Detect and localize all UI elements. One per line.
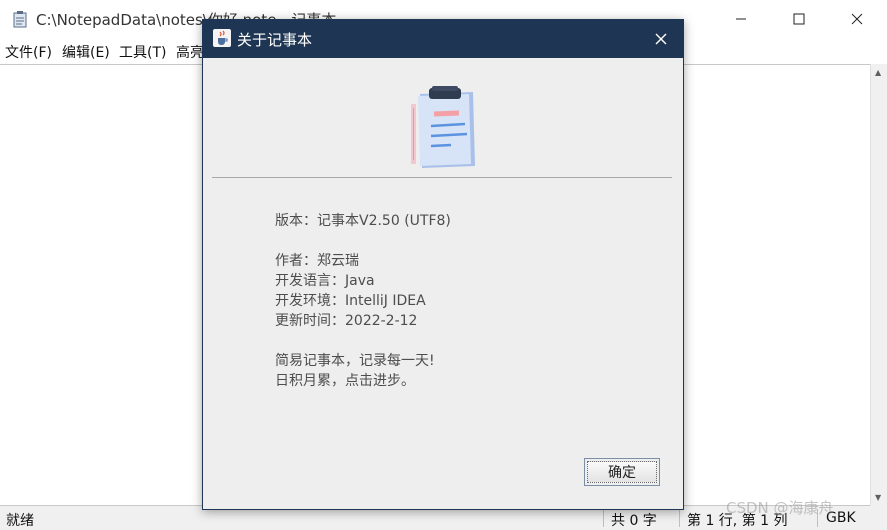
maximize-button[interactable] (770, 0, 828, 38)
scroll-down-icon[interactable]: ▼ (875, 493, 881, 502)
vertical-scrollbar[interactable]: ▲ ▼ (870, 64, 887, 506)
java-cup-icon (213, 29, 231, 47)
author-text: 作者：郑云瑞 (275, 253, 359, 269)
menu-file[interactable]: 文件(F) (5, 42, 52, 62)
minimize-button[interactable] (712, 0, 770, 38)
status-divider (603, 509, 604, 527)
version-text: 版本：记事本V2.50 (UTF8) (275, 213, 451, 229)
dialog-titlebar[interactable]: 关于记事本 (203, 20, 683, 58)
menu-tools[interactable]: 工具(T) (119, 42, 166, 62)
close-icon (851, 13, 863, 25)
dialog-divider (212, 177, 672, 178)
clipboard-notes-icon (411, 86, 475, 168)
watermark: CSDN @海康舟 (726, 499, 834, 517)
close-icon (655, 33, 667, 45)
scroll-up-icon[interactable]: ▲ (875, 68, 881, 77)
close-button[interactable] (828, 0, 886, 38)
maximize-icon (793, 13, 805, 25)
ok-button[interactable]: 确定 (584, 458, 660, 486)
ok-button-label: 确定 (587, 461, 657, 483)
slogan-line-2: 日积月累，点击进步。 (275, 373, 415, 389)
status-char-count: 共 0 字 (611, 513, 657, 529)
about-dialog: 关于记事本 版本：记事本V2.50 (UTF8) 作者：郑云瑞 开发语言：Jav… (202, 19, 684, 510)
minimize-icon (736, 18, 746, 20)
status-divider (679, 509, 680, 527)
status-ready: 就绪 (6, 513, 34, 529)
updated-text: 更新时间：2022-2-12 (275, 313, 418, 329)
dialog-title: 关于记事本 (237, 31, 313, 49)
notepad-app-icon (13, 11, 27, 28)
menu-highlight[interactable]: 高亮 (176, 42, 204, 62)
language-text: 开发语言：Java (275, 273, 375, 289)
environment-text: 开发环境：IntelliJ IDEA (275, 293, 426, 309)
menu-edit[interactable]: 编辑(E) (62, 42, 110, 62)
slogan-line-1: 简易记事本，记录每一天! (275, 353, 435, 369)
dialog-close-button[interactable] (643, 26, 679, 52)
